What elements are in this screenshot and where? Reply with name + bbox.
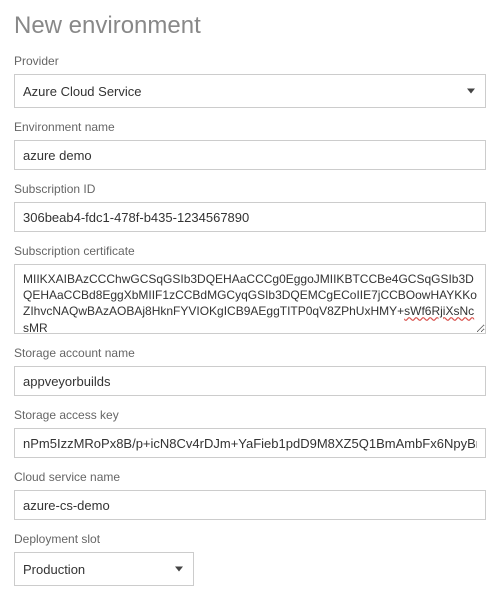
environment-name-label: Environment name [14, 120, 486, 134]
page-title: New environment [14, 12, 486, 40]
cloud-service-name-input[interactable] [14, 490, 486, 520]
subscription-certificate-textarea[interactable]: MIIKXAIBAzCCChwGCSqGSIb3DQEHAaCCCg0EggoJ… [14, 264, 486, 334]
cloud-service-name-label: Cloud service name [14, 470, 486, 484]
environment-name-input[interactable] [14, 140, 486, 170]
provider-label: Provider [14, 54, 486, 68]
deployment-slot-label: Deployment slot [14, 532, 486, 546]
storage-account-name-label: Storage account name [14, 346, 486, 360]
storage-account-name-input[interactable] [14, 366, 486, 396]
subscription-certificate-label: Subscription certificate [14, 244, 486, 258]
deployment-slot-select[interactable]: Production [14, 552, 194, 586]
subscription-id-input[interactable] [14, 202, 486, 232]
storage-access-key-label: Storage access key [14, 408, 486, 422]
provider-select[interactable]: Azure Cloud Service [14, 74, 486, 108]
storage-access-key-input[interactable] [14, 428, 486, 458]
deployment-slot-select-value: Production [23, 562, 85, 577]
chevron-down-icon [175, 567, 183, 572]
provider-select-value: Azure Cloud Service [23, 84, 142, 99]
subscription-id-label: Subscription ID [14, 182, 486, 196]
chevron-down-icon [467, 89, 475, 94]
